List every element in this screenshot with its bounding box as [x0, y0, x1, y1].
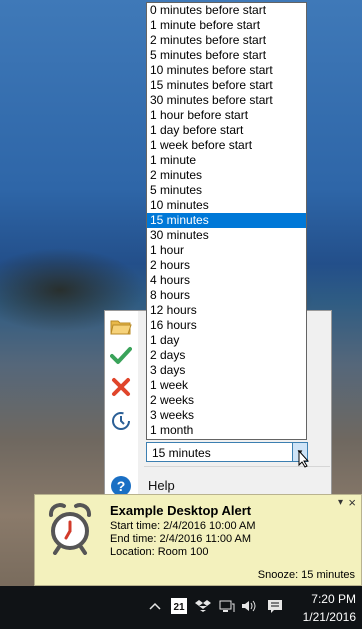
snooze-option[interactable]: 2 days [147, 348, 306, 363]
alert-end-time: End time: 2/4/2016 11:00 AM [110, 533, 252, 545]
clock-time: 7:20 PM [311, 592, 356, 606]
snooze-option[interactable]: 2 minutes [147, 168, 306, 183]
notification-icon[interactable] [266, 597, 284, 615]
snooze-option[interactable]: 30 minutes before start [147, 93, 306, 108]
snooze-option[interactable]: 10 minutes [147, 198, 306, 213]
snooze-option[interactable]: 2 weeks [147, 393, 306, 408]
alert-location: Location: Room 100 [110, 546, 209, 558]
volume-icon[interactable] [240, 597, 258, 615]
mouse-cursor-icon [298, 450, 310, 468]
snooze-option[interactable]: 10 minutes before start [147, 63, 306, 78]
folder-icon[interactable] [110, 316, 132, 338]
snooze-options-list[interactable]: 0 minutes before start 1 minute before st… [146, 2, 307, 440]
snooze-option[interactable]: 1 day [147, 333, 306, 348]
snooze-option[interactable]: 3 weeks [147, 408, 306, 423]
clock-date: 1/21/2016 [302, 610, 356, 624]
snooze-option[interactable]: 15 minutes [147, 213, 306, 228]
snooze-option[interactable]: 1 day before start [147, 123, 306, 138]
help-label[interactable]: Help [148, 478, 175, 493]
snooze-option[interactable]: 1 hour [147, 243, 306, 258]
snooze-option[interactable]: 4 hours [147, 273, 306, 288]
alert-title: Example Desktop Alert [110, 503, 252, 518]
alarm-clock-icon [48, 503, 92, 555]
alert-close-icon[interactable]: × [348, 495, 356, 510]
snooze-option[interactable]: 5 minutes before start [147, 48, 306, 63]
snooze-duration-select[interactable]: 15 minutes ▼ [146, 442, 308, 462]
alert-snooze-text: Snooze: 15 minutes [257, 569, 355, 581]
calendar-day: 21 [171, 598, 187, 614]
checkmark-icon[interactable] [110, 345, 132, 367]
snooze-option[interactable]: 2 hours [147, 258, 306, 273]
alert-start-time: Start time: 2/4/2016 10:00 AM [110, 520, 256, 532]
snooze-clock-icon[interactable] [110, 410, 132, 432]
snooze-option[interactable]: 30 minutes [147, 228, 306, 243]
snooze-option[interactable]: 0 minutes before start [147, 3, 306, 18]
snooze-option[interactable]: 12 hours [147, 303, 306, 318]
snooze-option[interactable]: 16 hours [147, 318, 306, 333]
taskbar-clock[interactable]: 7:20 PM 1/21/2016 [303, 590, 356, 626]
snooze-option[interactable]: 8 hours [147, 288, 306, 303]
snooze-option[interactable]: 2 minutes before start [147, 33, 306, 48]
calendar-icon[interactable]: 21 [170, 597, 188, 615]
snooze-option[interactable]: 5 minutes [147, 183, 306, 198]
network-icon[interactable] [218, 597, 236, 615]
snooze-option[interactable]: 1 hour before start [147, 108, 306, 123]
snooze-option[interactable]: 3 days [147, 363, 306, 378]
alert-menu-chevron-icon[interactable]: ▾ [338, 497, 343, 508]
dismiss-x-icon[interactable] [110, 376, 132, 398]
snooze-option[interactable]: 1 minute before start [147, 18, 306, 33]
desktop-alert[interactable]: Example Desktop Alert Start time: 2/4/20… [34, 494, 362, 586]
snooze-option[interactable]: 15 minutes before start [147, 78, 306, 93]
snooze-option[interactable]: 1 minute [147, 153, 306, 168]
svg-text:?: ? [117, 478, 126, 494]
snooze-option[interactable]: 1 week before start [147, 138, 306, 153]
chevron-up-icon[interactable] [146, 597, 164, 615]
snooze-option[interactable]: 1 month [147, 423, 306, 438]
dropbox-icon[interactable] [194, 597, 212, 615]
snooze-duration-value: 15 minutes [152, 446, 211, 460]
snooze-option[interactable]: 1 week [147, 378, 306, 393]
panel-icon-strip [105, 311, 138, 501]
